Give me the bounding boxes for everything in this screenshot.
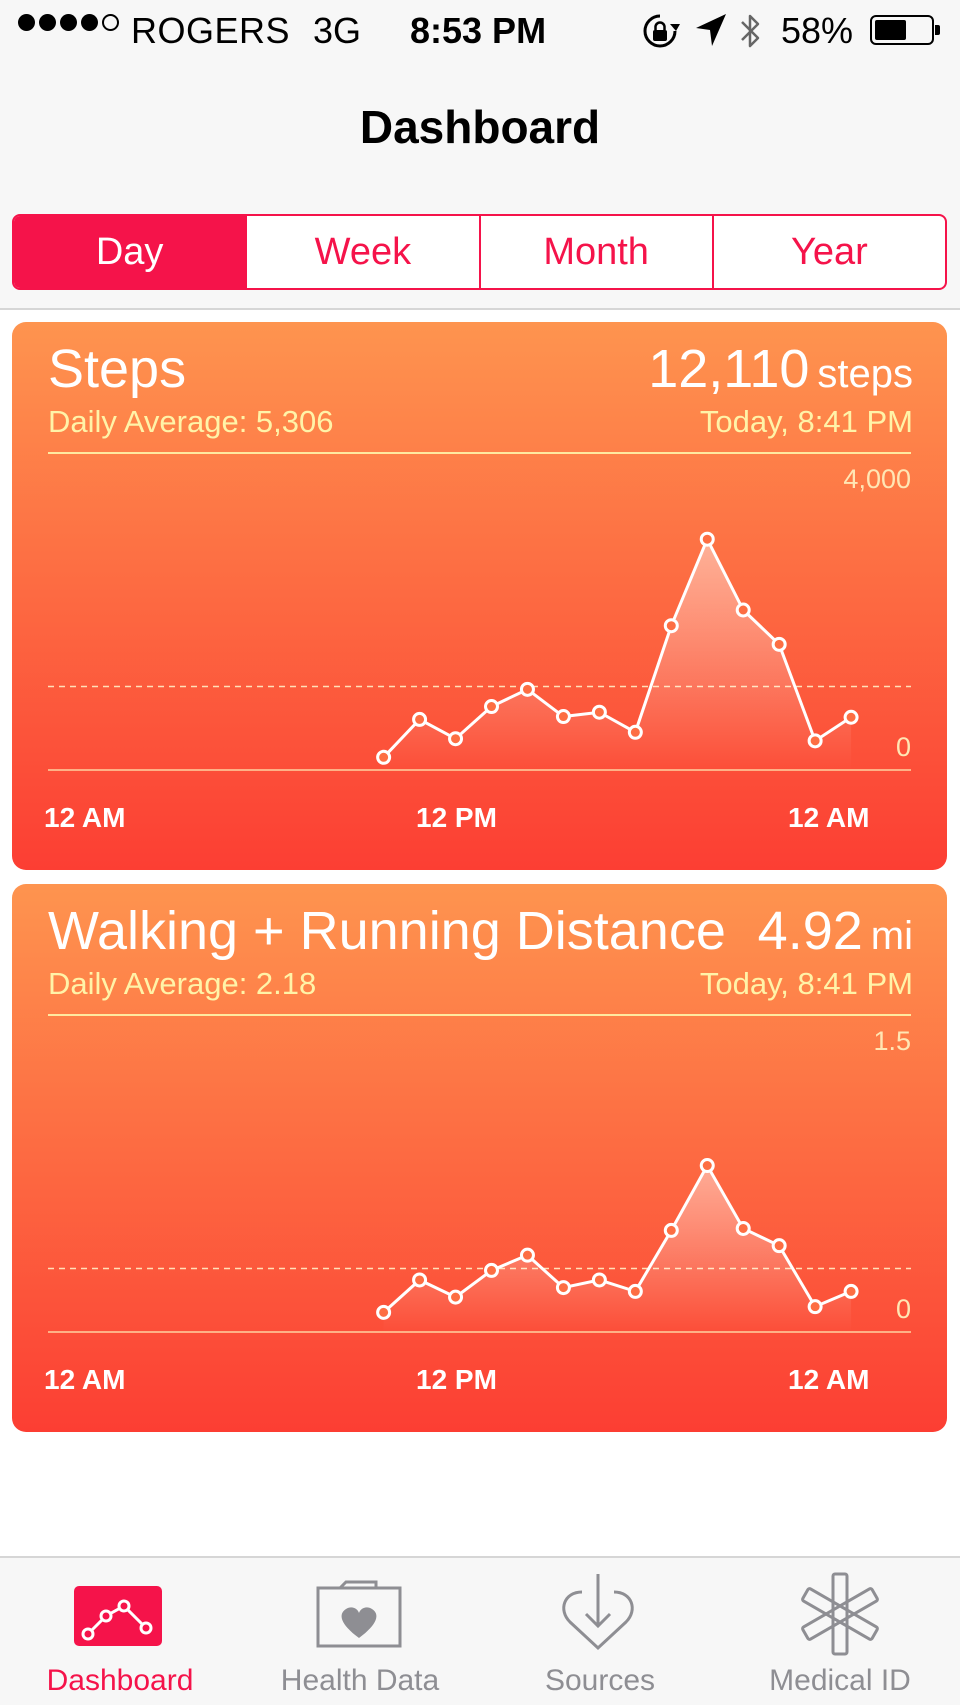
chart-data-point — [699, 531, 715, 547]
x-axis-label-noon: 12 PM — [416, 1364, 497, 1395]
tab-medical-id[interactable]: Medical ID — [720, 1558, 960, 1707]
chart-data-point — [376, 749, 392, 765]
chart-data-point — [412, 711, 428, 727]
x-axis-label-end: 12 AM — [788, 802, 870, 833]
chart-data-point — [843, 709, 859, 725]
chart-data-point — [519, 1247, 535, 1263]
tab-label: Dashboard — [46, 1664, 194, 1697]
distance-chart — [48, 1158, 911, 1333]
signal-dot — [81, 14, 98, 31]
orientation-lock-icon — [643, 14, 680, 48]
segment-week[interactable]: Week — [245, 216, 478, 288]
segment-year[interactable]: Year — [711, 216, 945, 288]
chart-data-point — [555, 1280, 571, 1296]
tab-health-data[interactable]: Health Data — [240, 1558, 480, 1707]
steps-chart — [48, 531, 911, 771]
battery-percent: 58% — [781, 10, 854, 51]
signal-dot-empty — [102, 14, 119, 31]
chart-data-point — [771, 1238, 787, 1254]
x-axis-label-noon: 12 PM — [416, 802, 497, 833]
signal-dot — [39, 14, 56, 31]
signal-dot — [60, 14, 77, 31]
y-axis-min-label: 0 — [895, 1294, 911, 1324]
chart-data-point — [555, 709, 571, 725]
tab-label: Medical ID — [769, 1664, 911, 1697]
chart-data-point — [448, 731, 464, 747]
x-axis-label-start: 12 AM — [44, 802, 126, 833]
network-type: 3G — [313, 10, 362, 51]
chart-data-point — [807, 733, 823, 749]
chart-data-point — [663, 1222, 679, 1238]
signal-strength-icon — [18, 14, 119, 31]
chart-data-point — [807, 1299, 823, 1315]
battery-fill — [875, 20, 907, 40]
chart-data-point — [627, 1283, 643, 1299]
carrier-name: ROGERS — [131, 10, 291, 51]
status-time: 8:53 PM — [410, 10, 547, 51]
page-title: Dashboard — [359, 101, 601, 153]
chart-data-point — [448, 1289, 464, 1305]
tab-label: Sources — [544, 1664, 656, 1697]
tab-sources[interactable]: Sources — [480, 1558, 720, 1707]
chart-data-point — [519, 681, 535, 697]
chart-data-point — [484, 1262, 499, 1278]
chart-data-point — [412, 1272, 428, 1288]
bluetooth-icon — [741, 14, 760, 48]
battery-nub — [935, 25, 940, 35]
y-axis-max-label: 1.5 — [873, 1026, 911, 1056]
chart-data-point — [484, 699, 499, 715]
steps-card[interactable]: Steps 12,110 steps Daily Average: 5,306 T… — [12, 322, 947, 870]
chart-data-point — [627, 724, 643, 740]
segment-day[interactable]: Day — [14, 216, 246, 288]
chart-data-point — [735, 1220, 751, 1236]
time-range-segmented-control: Day Week Month Year — [12, 214, 947, 290]
y-axis-min-label: 0 — [895, 732, 911, 762]
battery-icon — [870, 15, 940, 45]
dashboard-chart-icon — [74, 1586, 162, 1646]
location-arrow-icon — [696, 14, 726, 46]
health-data-folder-icon — [316, 1580, 402, 1648]
status-bar: ROGERS 3G 8:53 PM 58% — [0, 0, 960, 62]
chart-data-point — [663, 618, 679, 634]
tab-label: Health Data — [280, 1664, 440, 1697]
chart-data-point — [699, 1158, 715, 1174]
walking-running-distance-card[interactable]: Walking + Running Distance 4.92 mi Daily … — [12, 884, 947, 1432]
sources-heart-arrow-icon — [562, 1574, 634, 1651]
chart-data-point — [735, 602, 751, 618]
signal-dot — [18, 14, 35, 31]
chart-data-point — [591, 1272, 607, 1288]
tab-dashboard[interactable]: Dashboard — [0, 1558, 240, 1707]
chart-data-point — [591, 704, 607, 720]
chart-data-point — [376, 1304, 392, 1320]
medical-id-asterisk-icon — [801, 1572, 879, 1656]
segment-month[interactable]: Month — [478, 216, 712, 288]
navigation-bar: Dashboard Day Week Month Year — [0, 62, 960, 310]
y-axis-max-label: 4,000 — [843, 464, 911, 494]
x-axis-label-start: 12 AM — [44, 1364, 126, 1395]
chart-data-point — [843, 1283, 859, 1299]
chart-data-point — [771, 636, 787, 652]
tab-bar: Dashboard Health Data Sources Medical ID — [0, 1556, 960, 1705]
x-axis-label-end: 12 AM — [788, 1364, 870, 1395]
